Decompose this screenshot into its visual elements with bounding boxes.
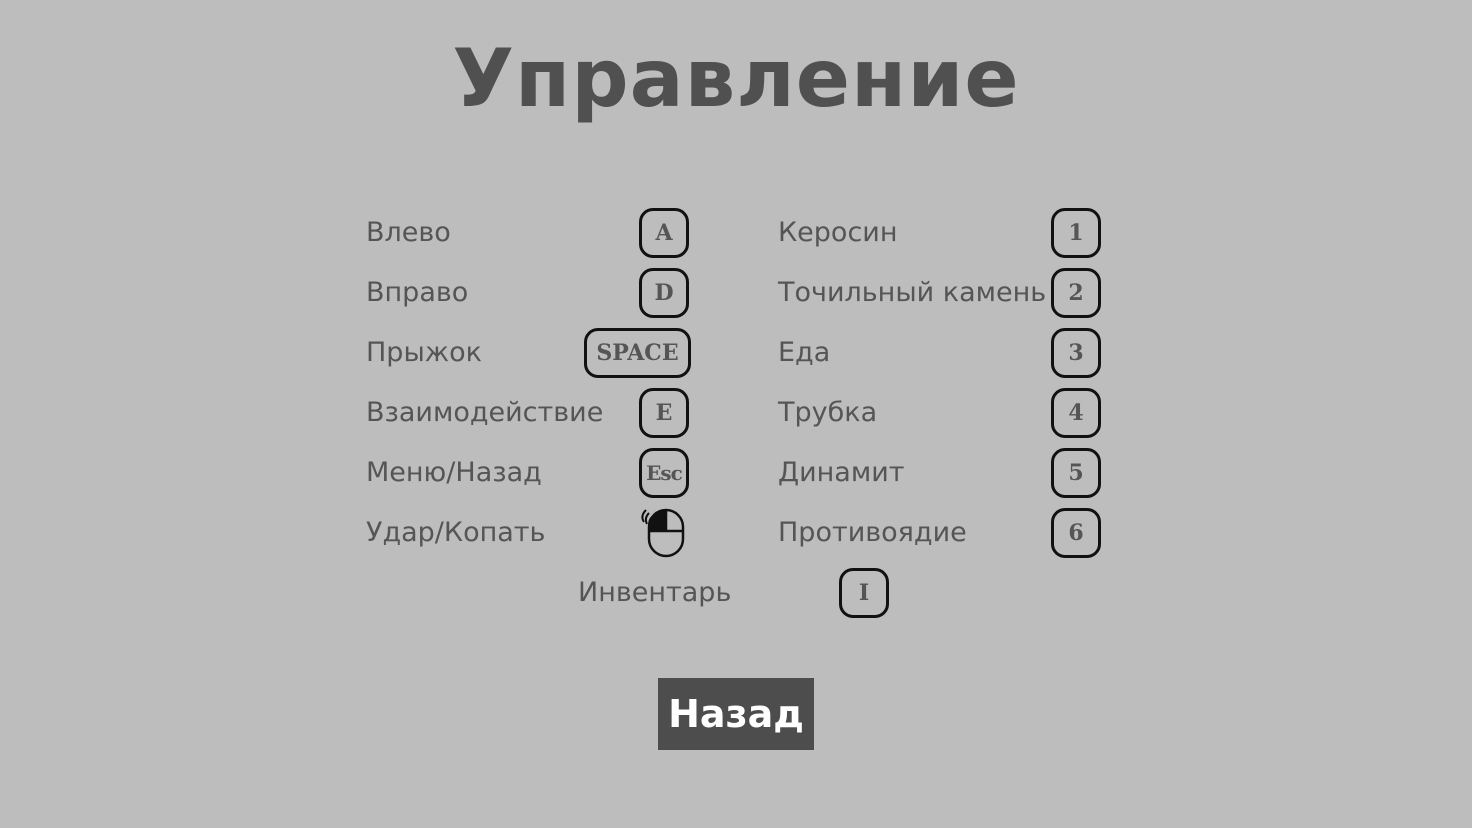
key-d: D <box>639 268 689 318</box>
key-i: I <box>839 568 889 618</box>
control-label: Противоядие <box>778 517 967 548</box>
control-label: Керосин <box>778 217 898 248</box>
page-title: Управление <box>452 32 1020 125</box>
control-row-dynamite: Динамит 5 <box>778 448 1108 498</box>
control-row-inventory: Инвентарь I <box>578 568 898 618</box>
key-esc: Esc <box>639 448 689 498</box>
key-4: 4 <box>1051 388 1101 438</box>
control-label: Меню/Назад <box>366 457 542 488</box>
control-row-antidote: Противоядие 6 <box>778 508 1108 558</box>
control-row-jump: Прыжок SPACE <box>366 328 696 378</box>
back-button[interactable]: Назад <box>658 678 814 750</box>
control-row-attack: Удар/Копать <box>366 506 696 560</box>
control-label: Вправо <box>366 277 469 308</box>
control-row-whetstone: Точильный камень 2 <box>778 268 1108 318</box>
control-row-kerosene: Керосин 1 <box>778 208 1108 258</box>
key-5: 5 <box>1051 448 1101 498</box>
key-2: 2 <box>1051 268 1101 318</box>
key-1: 1 <box>1051 208 1101 258</box>
control-row-right: Вправо D <box>366 268 696 318</box>
control-label: Прыжок <box>366 337 482 368</box>
control-row-interact: Взаимодействие E <box>366 388 696 438</box>
key-e: E <box>639 388 689 438</box>
control-label: Удар/Копать <box>366 517 546 548</box>
control-row-menu: Меню/Назад Esc <box>366 448 696 498</box>
key-a: A <box>639 208 689 258</box>
key-6: 6 <box>1051 508 1101 558</box>
control-row-food: Еда 3 <box>778 328 1108 378</box>
control-row-left: Влево A <box>366 208 696 258</box>
key-space: SPACE <box>584 328 691 378</box>
control-label: Влево <box>366 217 451 248</box>
control-label: Точильный камень <box>778 277 1047 308</box>
control-row-pipe: Трубка 4 <box>778 388 1108 438</box>
control-label: Инвентарь <box>578 577 732 608</box>
control-label: Трубка <box>778 397 878 428</box>
control-label: Взаимодействие <box>366 397 604 428</box>
control-label: Динамит <box>778 457 905 488</box>
mouse-left-click-icon <box>641 508 685 558</box>
control-label: Еда <box>778 337 831 368</box>
key-3: 3 <box>1051 328 1101 378</box>
